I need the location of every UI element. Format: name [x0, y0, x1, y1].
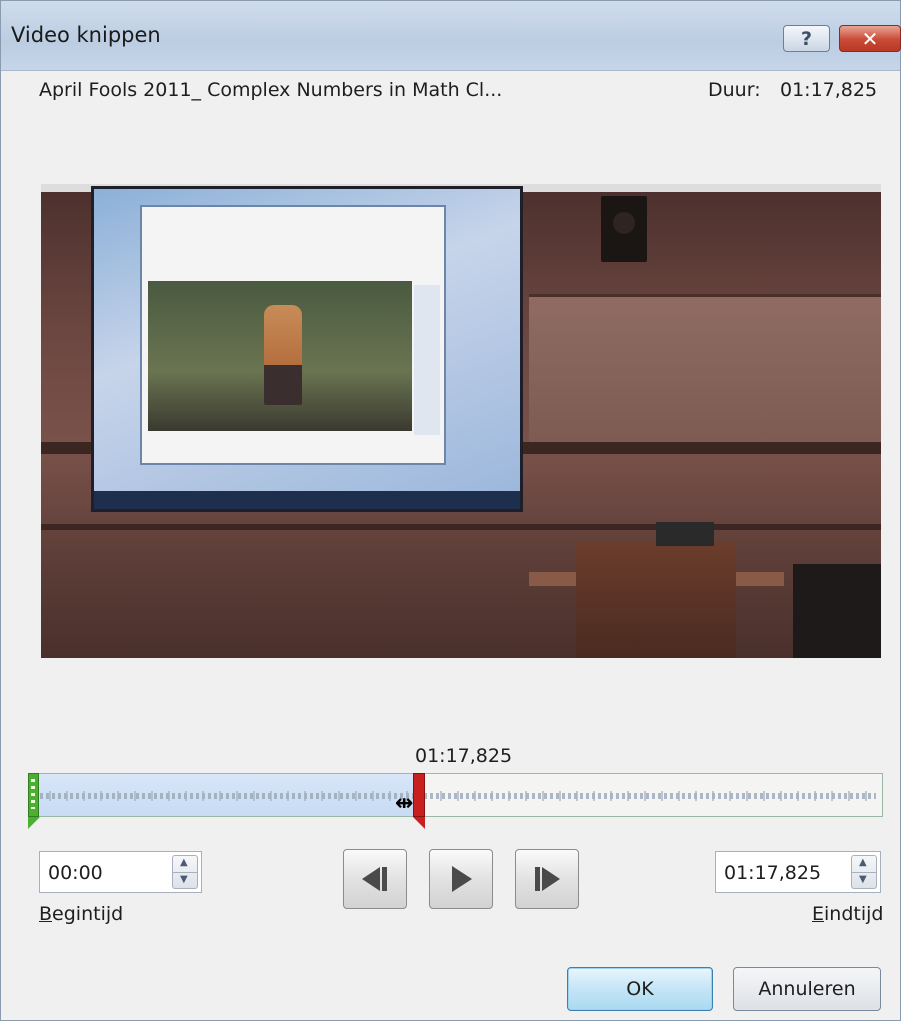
duration-label: Duur:	[708, 79, 761, 101]
next-frame-icon	[535, 867, 560, 891]
start-trim-handle[interactable]	[28, 773, 40, 829]
end-trim-handle[interactable]	[413, 773, 426, 829]
end-time-label: Eindtijd	[812, 903, 884, 925]
start-time-value: 00:00	[48, 862, 103, 884]
play-button[interactable]	[429, 849, 493, 909]
previous-frame-button[interactable]	[343, 849, 407, 909]
title-bar: Video knippen ? ✕	[1, 1, 901, 71]
end-time-value: 01:17,825	[724, 862, 822, 884]
start-time-spinner-arrows-icon[interactable]	[172, 855, 198, 889]
trim-timeline[interactable]	[31, 773, 883, 817]
duration-value: 01:17,825	[780, 79, 878, 101]
resize-cursor-icon: ⇹	[395, 791, 414, 816]
end-time-spinner-arrows-icon[interactable]	[851, 855, 877, 889]
grip-icon	[31, 779, 35, 809]
video-file-name: April Fools 2011_ Complex Numbers in Mat…	[39, 79, 503, 101]
video-preview	[41, 184, 881, 658]
previous-frame-icon	[362, 867, 387, 891]
help-icon: ?	[800, 27, 813, 50]
current-time-label: 01:17,825	[415, 745, 513, 767]
help-button[interactable]: ?	[783, 25, 830, 52]
close-icon: ✕	[861, 26, 879, 51]
play-icon	[452, 866, 472, 892]
window-title: Video knippen	[11, 23, 161, 47]
ok-button[interactable]: OK	[567, 967, 713, 1011]
projector-screen	[91, 186, 523, 512]
cancel-button[interactable]: Annuleren	[733, 967, 881, 1011]
start-time-label: Begintijd	[39, 903, 124, 925]
trim-video-dialog: Video knippen ? ✕ April Fools 2011_ Comp…	[0, 0, 901, 1021]
end-time-field[interactable]: 01:17,825	[715, 851, 881, 893]
close-button[interactable]: ✕	[839, 25, 901, 52]
start-time-field[interactable]: 00:00	[39, 851, 202, 893]
next-frame-button[interactable]	[515, 849, 579, 909]
